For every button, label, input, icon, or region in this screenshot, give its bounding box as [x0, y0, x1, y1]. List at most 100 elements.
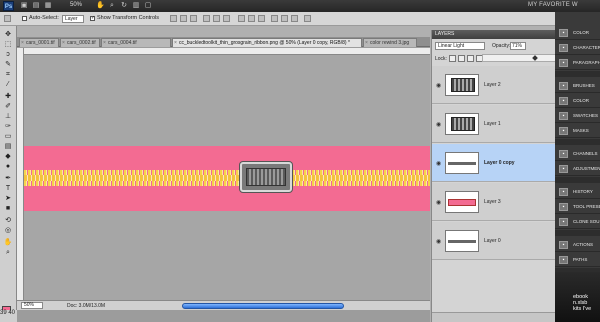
status-zoom-field[interactable]: 50% [21, 302, 43, 309]
lock-transparency-icon[interactable] [449, 55, 456, 62]
bridge-icon[interactable]: ▣ [20, 2, 28, 10]
gradient-tool-icon[interactable]: ▤ [3, 142, 13, 151]
workspace-switcher[interactable]: MY FAVORITE W [528, 2, 578, 8]
panel-paragraph[interactable]: ▪ PARAGRAPH [555, 56, 600, 70]
vertical-ruler[interactable] [17, 48, 24, 300]
opacity-slider[interactable] [482, 54, 556, 62]
panel-swatches[interactable]: ▪ SWATCHES [555, 109, 600, 123]
layer-row[interactable]: ◉ Layer 0 [432, 222, 556, 260]
close-icon[interactable]: × [174, 39, 177, 47]
document-tab[interactable]: × cars_0001.tif [19, 38, 59, 47]
document-tab[interactable]: × cars_0002.tif [60, 38, 100, 47]
align-right-icon[interactable] [223, 15, 230, 22]
close-icon[interactable]: × [103, 39, 106, 47]
panel-history[interactable]: ▪ HISTORY [555, 185, 600, 199]
buckle-image[interactable] [240, 162, 292, 192]
panel-character[interactable]: ▪ CHARACTER [555, 41, 600, 55]
layer-row[interactable]: ◉ Layer 1 [432, 105, 556, 143]
hand-tool-icon[interactable]: ✋ [3, 238, 13, 247]
blend-mode-dropdown[interactable]: Linear Light [435, 42, 485, 50]
align-top-icon[interactable] [170, 15, 177, 22]
document-tab-active[interactable]: × cc_buckledtoolkit_thin_grosgrain_ribbon… [172, 38, 362, 47]
history-brush-tool-icon[interactable]: ✑ [3, 122, 13, 131]
screen-mode-icon[interactable]: ▢ [144, 2, 152, 10]
dodge-tool-icon[interactable]: ● [3, 162, 13, 171]
visibility-eye-icon[interactable]: ◉ [436, 82, 441, 89]
close-icon[interactable]: × [21, 39, 24, 47]
panel-adjustmen[interactable]: ▪ ADJUSTMEN [555, 162, 600, 176]
layer-row[interactable]: ◉ Layer 0 copy [432, 144, 556, 182]
lasso-tool-icon[interactable]: ↄ [3, 50, 13, 59]
zoom-tool-icon[interactable]: ⌕ [3, 248, 13, 257]
show-transform-checkbox[interactable] [90, 15, 95, 21]
zoom-level[interactable]: 50% [70, 2, 82, 8]
panel-actions[interactable]: ▪ ACTIONS [555, 238, 600, 252]
layer-name[interactable]: Layer 3 [484, 199, 501, 205]
move-tool-preset-icon[interactable] [4, 15, 11, 22]
panel-paths[interactable]: ▪ PATHS [555, 253, 600, 267]
align-middle-icon[interactable] [180, 15, 187, 22]
panel-color[interactable]: ▪ COLOR [555, 94, 600, 108]
auto-select-dropdown[interactable]: Layer [62, 15, 84, 23]
lock-position-icon[interactable] [467, 55, 474, 62]
eyedropper-tool-icon[interactable]: ⁄ [3, 80, 13, 89]
type-tool-icon[interactable]: T [3, 184, 13, 193]
blur-tool-icon[interactable]: ◆ [3, 152, 13, 161]
distribute-top-icon[interactable] [238, 15, 245, 22]
layer-name[interactable]: Layer 0 [484, 238, 501, 244]
layer-name[interactable]: Layer 1 [484, 121, 501, 127]
opacity-slider-knob[interactable] [532, 55, 538, 61]
shape-tool-icon[interactable]: ■ [3, 204, 13, 213]
distribute-center-icon[interactable] [281, 15, 288, 22]
zoom-icon[interactable]: ⌕ [108, 2, 116, 10]
align-left-icon[interactable] [203, 15, 210, 22]
pen-tool-icon[interactable]: ✒ [3, 174, 13, 183]
crop-tool-icon[interactable]: ⌗ [3, 70, 13, 79]
align-center-icon[interactable] [213, 15, 220, 22]
path-selection-tool-icon[interactable]: ➤ [3, 194, 13, 203]
visibility-eye-icon[interactable]: ◉ [436, 199, 441, 206]
close-icon[interactable]: × [62, 39, 65, 47]
panel-tool-prese[interactable]: ▪ TOOL PRESE [555, 200, 600, 214]
document-tab[interactable]: × cars_0004.tif [101, 38, 171, 47]
clone-stamp-tool-icon[interactable]: ⊥ [3, 112, 13, 121]
panel-color[interactable]: ▪ COLOR [555, 26, 600, 40]
move-tool-icon[interactable]: ✥ [3, 30, 13, 39]
layer-row[interactable]: ◉ Layer 3 [432, 183, 556, 221]
visibility-eye-icon[interactable]: ◉ [436, 121, 441, 128]
align-bottom-icon[interactable] [190, 15, 197, 22]
panel-clone-sou[interactable]: ▪ CLONE SOU [555, 215, 600, 229]
healing-brush-tool-icon[interactable]: ✚ [3, 92, 13, 101]
brush-tool-icon[interactable]: ✐ [3, 102, 13, 111]
visibility-eye-icon[interactable]: ◉ [436, 160, 441, 167]
opacity-field[interactable]: 71% [510, 42, 526, 50]
hand-icon[interactable]: ✋ [96, 2, 105, 10]
lock-pixels-icon[interactable] [458, 55, 465, 62]
layer-name[interactable]: Layer 0 copy [484, 160, 515, 166]
layer-row[interactable]: ◉ Layer 2 [432, 66, 556, 104]
document-size-info[interactable]: Doc: 3.0M/13.0M [67, 303, 105, 309]
panel-channels[interactable]: ▪ CHANNELS [555, 147, 600, 161]
auto-align-icon[interactable] [304, 15, 311, 22]
arrange-documents-icon[interactable]: ▥ [132, 2, 140, 10]
horizontal-scrollbar[interactable] [182, 303, 344, 309]
marquee-tool-icon[interactable]: ⬚ [3, 40, 13, 49]
layer-name[interactable]: Layer 2 [484, 82, 501, 88]
mini-bridge-icon[interactable]: ▤ [32, 2, 40, 10]
3d-rotate-tool-icon[interactable]: ⟲ [3, 216, 13, 225]
rotate-view-icon[interactable]: ↻ [120, 2, 128, 10]
auto-select-checkbox[interactable] [22, 16, 27, 21]
eraser-tool-icon[interactable]: ▭ [3, 132, 13, 141]
distribute-left-icon[interactable] [271, 15, 278, 22]
quick-select-tool-icon[interactable]: ✎ [3, 60, 13, 69]
visibility-eye-icon[interactable]: ◉ [436, 238, 441, 245]
distribute-bottom-icon[interactable] [258, 15, 265, 22]
view-extras-icon[interactable]: ▦ [44, 2, 52, 10]
3d-orbit-tool-icon[interactable]: ◎ [3, 226, 13, 235]
distribute-right-icon[interactable] [291, 15, 298, 22]
distribute-middle-icon[interactable] [248, 15, 255, 22]
panel-brushes[interactable]: ▪ BRUSHES [555, 79, 600, 93]
close-icon[interactable]: × [365, 39, 368, 47]
horizontal-ruler[interactable] [24, 48, 430, 55]
layers-panel-title[interactable]: LAYERS [432, 30, 556, 39]
